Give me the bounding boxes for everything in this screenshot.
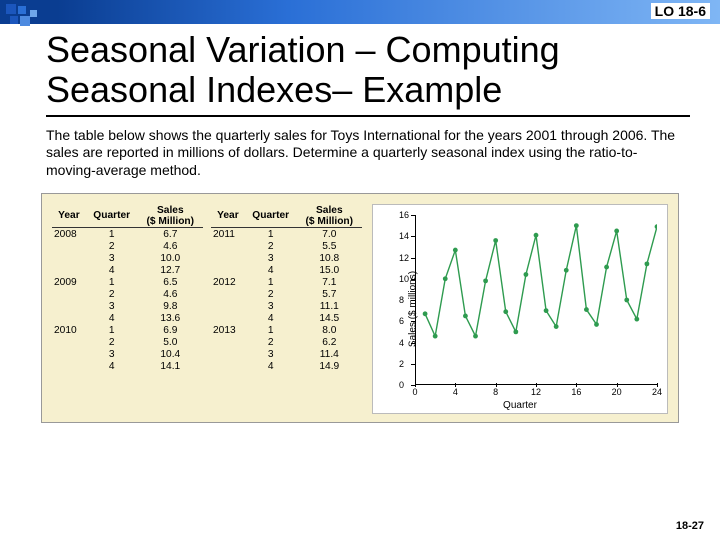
y-tick-label: 4 <box>399 338 404 348</box>
y-tick-label: 8 <box>399 295 404 305</box>
y-tick-label: 0 <box>399 380 404 390</box>
x-tick-label: 0 <box>412 387 417 397</box>
y-tick-label: 12 <box>399 253 409 263</box>
y-tick-label: 6 <box>399 316 404 326</box>
data-table: YearQuarterSales($ Million)200816.724.63… <box>52 204 362 414</box>
corner-decoration <box>0 0 50 40</box>
figure-panel: YearQuarterSales($ Million)200816.724.63… <box>41 193 679 423</box>
y-tick-label: 2 <box>399 359 404 369</box>
x-tick-label: 20 <box>612 387 622 397</box>
header-bar: LO 18-6 <box>0 0 720 24</box>
y-tick-label: 16 <box>399 210 409 220</box>
x-tick-label: 12 <box>531 387 541 397</box>
x-tick-label: 4 <box>453 387 458 397</box>
x-tick-label: 24 <box>652 387 662 397</box>
line-chart: Sales ($ millions) Quarter 0246810121416… <box>372 204 668 414</box>
x-tick-label: 16 <box>571 387 581 397</box>
slide-title: Seasonal Variation – Computing Seasonal … <box>0 24 720 111</box>
x-tick-label: 8 <box>493 387 498 397</box>
slide-number: 18-27 <box>676 520 704 532</box>
slide-body-text: The table below shows the quarterly sale… <box>0 117 720 180</box>
x-axis-label: Quarter <box>503 400 537 411</box>
y-tick-label: 14 <box>399 231 409 241</box>
learning-objective-label: LO 18-6 <box>651 3 710 19</box>
y-tick-label: 10 <box>399 274 409 284</box>
